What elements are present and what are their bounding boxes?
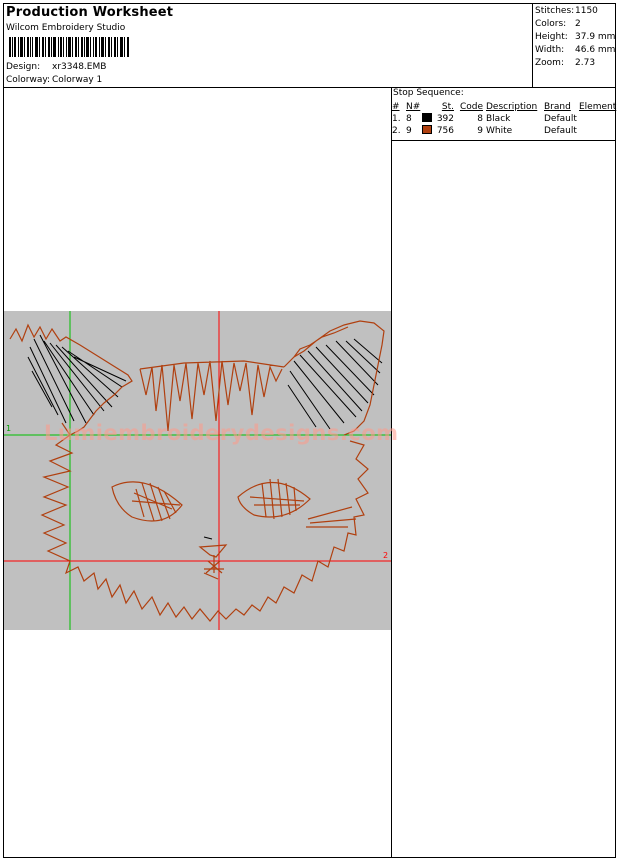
face-outline: [40, 434, 369, 622]
table-row: 2. 9 756 9 White Default: [392, 125, 616, 137]
embroidery-design: [4, 311, 391, 630]
stop-sequence-divider: [391, 140, 616, 141]
color-swatch-cell: [422, 113, 436, 125]
stat-label: Height:: [535, 32, 568, 42]
color-swatch: [422, 113, 432, 122]
column-header: [422, 101, 436, 113]
nose: [198, 544, 228, 580]
column-header: St.: [441, 101, 454, 112]
left-ear-outline: [9, 323, 133, 436]
color-swatch: [422, 125, 432, 134]
left-ear-black-fill: [27, 334, 127, 424]
stat-label: Zoom:: [535, 58, 564, 68]
needle-number: 9: [406, 125, 412, 136]
column-header: Code: [459, 101, 483, 112]
barcode: [9, 37, 129, 57]
right-whiskers: [306, 506, 357, 528]
thread-description: White: [486, 125, 513, 136]
column-header: #: [392, 101, 400, 112]
design-label: Design:: [6, 62, 41, 72]
stat-row: Stitches:1150: [535, 5, 615, 18]
column-header: Brand: [544, 101, 571, 112]
stop-sequence-title: Stop Sequence:: [393, 88, 464, 98]
stitch-count: 392: [436, 113, 454, 124]
stats-divider: [532, 3, 533, 88]
software-name: Wilcom Embroidery Studio: [6, 23, 126, 33]
stat-label: Width:: [535, 45, 565, 55]
row-number: 2.: [392, 125, 401, 136]
color-swatch-cell: [422, 125, 436, 137]
stitch-count: 756: [436, 125, 454, 136]
colorway-label: Colorway:: [6, 75, 51, 85]
table-header-row: # N# St. Code Description Brand Element: [392, 101, 616, 113]
stat-row: Width: 46.6 mm: [535, 44, 615, 57]
left-eye: [111, 481, 183, 522]
thread-code: 9: [477, 125, 483, 136]
guide-marker-2: 2: [383, 551, 389, 560]
stat-value: 1150: [575, 6, 598, 16]
colorway-value: Colorway 1: [52, 75, 103, 85]
thread-code: 8: [477, 113, 483, 124]
column-header: Description: [486, 101, 538, 112]
needle-number: 8: [406, 113, 412, 124]
colorway-info: Colorway: Colorway 1: [6, 75, 102, 85]
element: [579, 113, 616, 125]
right-ear-outline: [283, 320, 385, 436]
stat-row: Zoom: 2.73: [535, 57, 615, 70]
header-divider: [3, 87, 616, 88]
column-header: Element: [579, 101, 617, 112]
element: [579, 125, 616, 137]
nose-top-dark: [203, 536, 213, 540]
stats-panel: Stitches:1150 Colors: 2 Height: 37.9 mm Wi…: [535, 5, 615, 70]
page-title: Production Worksheet: [6, 5, 174, 20]
stop-sequence-table: # N# St. Code Description Brand Element …: [392, 101, 616, 137]
watermark: Lumiembroiderydesigns.com: [44, 421, 399, 445]
stat-row: Colors: 2: [535, 18, 615, 31]
panel-divider: [391, 87, 392, 858]
stat-row: Height: 37.9 mm: [535, 31, 615, 44]
design-preview: [4, 311, 391, 630]
stat-value: 46.6 mm: [575, 45, 616, 55]
stat-label: Stitches:: [535, 6, 575, 16]
column-header: N#: [406, 101, 421, 112]
thread-brand: Default: [544, 113, 577, 124]
design-info: Design: xr3348.EMB: [6, 62, 106, 72]
stat-value: 2.73: [575, 58, 596, 68]
stat-value: 37.9 mm: [575, 32, 616, 42]
thread-brand: Default: [544, 125, 577, 136]
stat-value: 2: [575, 19, 581, 29]
thread-description: Black: [486, 113, 511, 124]
row-number: 1.: [392, 113, 401, 124]
table-row: 1. 8 392 8 Black Default: [392, 113, 616, 125]
design-value: xr3348.EMB: [52, 62, 107, 72]
stat-label: Colors:: [535, 19, 567, 29]
guide-marker-1: 1: [6, 424, 12, 433]
right-eye: [237, 478, 311, 520]
